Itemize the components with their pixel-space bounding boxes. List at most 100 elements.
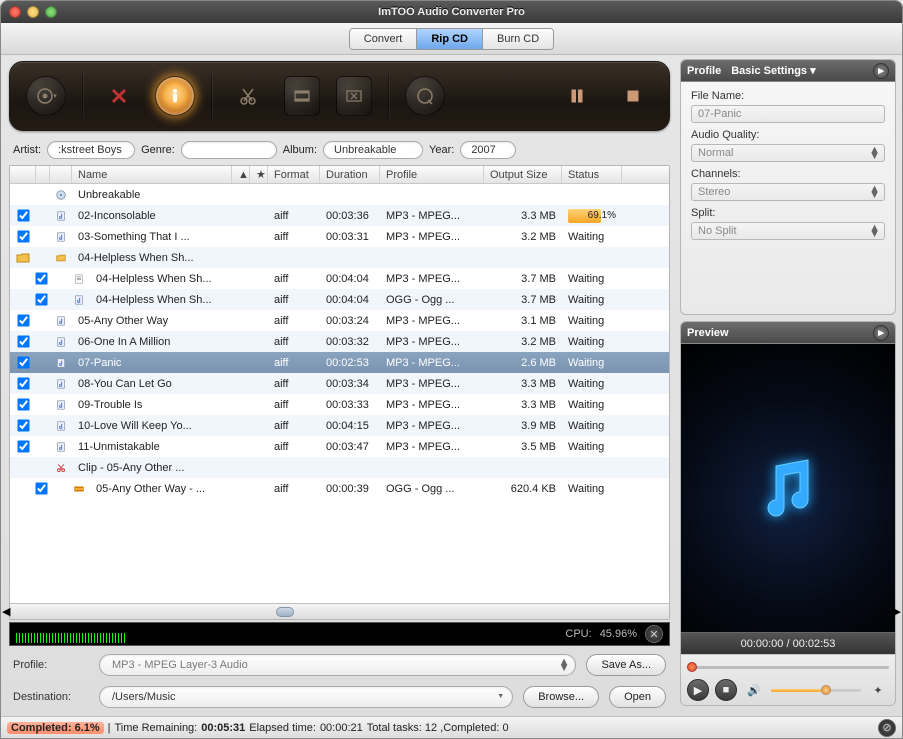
open-button[interactable]: Open <box>609 686 666 708</box>
col-name[interactable]: Name <box>72 166 232 183</box>
chevron-right-icon[interactable]: ▸ <box>873 63 889 79</box>
table-row[interactable]: 04-Helpless When Sh...aiff00:04:04MP3 - … <box>10 268 669 289</box>
save-as-button[interactable]: Save As... <box>586 654 666 676</box>
table-row[interactable]: 04-Helpless When Sh... <box>10 247 669 268</box>
table-row[interactable]: 06-One In A Millionaiff00:03:32MP3 - MPE… <box>10 331 669 352</box>
profile-dropdown[interactable]: MP3 - MPEG Layer-3 Audio ▲▼ <box>99 654 576 676</box>
effects-icon[interactable] <box>336 76 372 116</box>
table-row[interactable]: 11-Unmistakableaiff00:03:47MP3 - MPEG...… <box>10 436 669 457</box>
snapshot-icon[interactable]: ✦ <box>867 679 889 701</box>
stop-icon[interactable] <box>613 76 653 116</box>
volume-slider[interactable] <box>771 687 861 693</box>
row-checkbox[interactable] <box>17 440 29 452</box>
split-dropdown[interactable]: No Split▲▼ <box>691 222 885 240</box>
table-row[interactable]: 05-Any Other Wayaiff00:03:24MP3 - MPEG..… <box>10 310 669 331</box>
channels-dropdown[interactable]: Stereo▲▼ <box>691 183 885 201</box>
row-duration: 00:03:47 <box>320 436 380 457</box>
table-row[interactable]: 08-You Can Let Goaiff00:03:34MP3 - MPEG.… <box>10 373 669 394</box>
row-checkbox[interactable] <box>17 398 29 410</box>
volume-icon[interactable]: 🔊 <box>743 679 765 701</box>
row-output: 3.1 MB <box>484 310 562 331</box>
metadata-bar: Artist: :kstreet Boys Genre: Album: Unbr… <box>9 131 670 165</box>
row-checkbox[interactable] <box>35 272 47 284</box>
row-checkbox[interactable] <box>35 482 47 494</box>
row-checkbox[interactable] <box>17 356 29 368</box>
col-output[interactable]: Output Size <box>484 166 562 183</box>
row-format: aiff <box>268 415 320 436</box>
row-output: 3.2 MB <box>484 226 562 247</box>
row-profile: MP3 - MPEG... <box>380 268 484 289</box>
row-duration <box>320 457 380 478</box>
profile-settings-dropdown[interactable]: Basic Settings ▾ <box>731 64 815 77</box>
row-type-icon <box>50 226 72 247</box>
info-icon[interactable] <box>155 76 195 116</box>
audioquality-label: Audio Quality: <box>691 129 885 141</box>
table-row[interactable]: 04-Helpless When Sh...aiff00:04:04OGG - … <box>10 289 669 310</box>
disc-icon[interactable]: ▾ <box>26 76 66 116</box>
table-row[interactable]: 09-Trouble Isaiff00:03:33MP3 - MPEG...3.… <box>10 394 669 415</box>
col-duration[interactable]: Duration <box>320 166 380 183</box>
audioquality-dropdown[interactable]: Normal▲▼ <box>691 144 885 162</box>
col-status[interactable]: Status <box>562 166 622 183</box>
tab-rip-cd[interactable]: Rip CD <box>417 29 483 49</box>
delete-icon[interactable] <box>99 76 139 116</box>
album-field[interactable]: Unbreakable <box>323 141 423 159</box>
table-row[interactable]: Unbreakable <box>10 184 669 205</box>
horizontal-scrollbar[interactable]: ◀ ▶ <box>10 603 669 619</box>
row-format: aiff <box>268 331 320 352</box>
col-profile[interactable]: Profile <box>380 166 484 183</box>
chevron-right-icon[interactable]: ▸ <box>873 325 889 341</box>
row-duration: 00:04:15 <box>320 415 380 436</box>
table-row[interactable]: 03-Something That I ...aiff00:03:31MP3 -… <box>10 226 669 247</box>
row-duration: 00:03:33 <box>320 394 380 415</box>
destination-dropdown[interactable]: /Users/Music ▼ <box>99 686 513 708</box>
row-status: Waiting <box>562 352 622 373</box>
row-checkbox[interactable] <box>17 314 29 326</box>
cut-icon[interactable] <box>228 76 268 116</box>
row-checkbox[interactable] <box>17 335 29 347</box>
year-field[interactable]: 2007 <box>460 141 516 159</box>
row-checkbox[interactable] <box>35 293 47 305</box>
artist-field[interactable]: :kstreet Boys <box>47 141 135 159</box>
table-row[interactable]: 05-Any Other Way - ...aiff00:00:39OGG - … <box>10 478 669 499</box>
col-star[interactable]: ★ <box>250 166 268 183</box>
play-button[interactable]: ▶ <box>687 679 709 701</box>
row-profile <box>380 457 484 478</box>
row-checkbox[interactable] <box>17 419 29 431</box>
rip-button[interactable] <box>405 76 445 116</box>
stop-button[interactable]: ■ <box>715 679 737 701</box>
titlebar: ImTOO Audio Converter Pro <box>1 1 902 23</box>
genre-field[interactable] <box>181 141 277 159</box>
filmstrip-icon[interactable] <box>284 76 320 116</box>
gear-icon[interactable]: ✕ <box>645 625 663 643</box>
row-duration: 00:04:04 <box>320 289 380 310</box>
col-format[interactable]: Format <box>268 166 320 183</box>
row-checkbox[interactable] <box>17 230 29 242</box>
table-row[interactable]: 02-Inconsolableaiff00:03:36MP3 - MPEG...… <box>10 205 669 226</box>
browse-button[interactable]: Browse... <box>523 686 599 708</box>
row-format: aiff <box>268 352 320 373</box>
status-stop-icon[interactable]: ⊘ <box>878 719 896 737</box>
row-name: Clip - 05-Any Other ... <box>72 457 232 478</box>
filename-field[interactable]: 07-Panic <box>691 105 885 123</box>
row-profile: MP3 - MPEG... <box>380 226 484 247</box>
row-output <box>484 457 562 478</box>
row-status: Waiting <box>562 373 622 394</box>
row-checkbox[interactable] <box>17 377 29 389</box>
row-duration: 00:03:36 <box>320 205 380 226</box>
sort-indicator[interactable]: ▲ <box>232 166 250 183</box>
row-format <box>268 247 320 268</box>
tab-convert[interactable]: Convert <box>350 29 418 49</box>
pause-icon[interactable] <box>557 76 597 116</box>
row-format: aiff <box>268 373 320 394</box>
row-name: 04-Helpless When Sh... <box>90 289 232 310</box>
row-duration: 00:03:34 <box>320 373 380 394</box>
row-status: Waiting <box>562 289 622 310</box>
tab-burn-cd[interactable]: Burn CD <box>483 29 553 49</box>
row-checkbox[interactable] <box>17 209 29 221</box>
seek-slider[interactable] <box>687 661 889 673</box>
table-row[interactable]: Clip - 05-Any Other ... <box>10 457 669 478</box>
row-name: 07-Panic <box>72 352 232 373</box>
table-row[interactable]: 10-Love Will Keep Yo...aiff00:04:15MP3 -… <box>10 415 669 436</box>
table-row[interactable]: 07-Panicaiff00:02:53MP3 - MPEG...2.6 MBW… <box>10 352 669 373</box>
